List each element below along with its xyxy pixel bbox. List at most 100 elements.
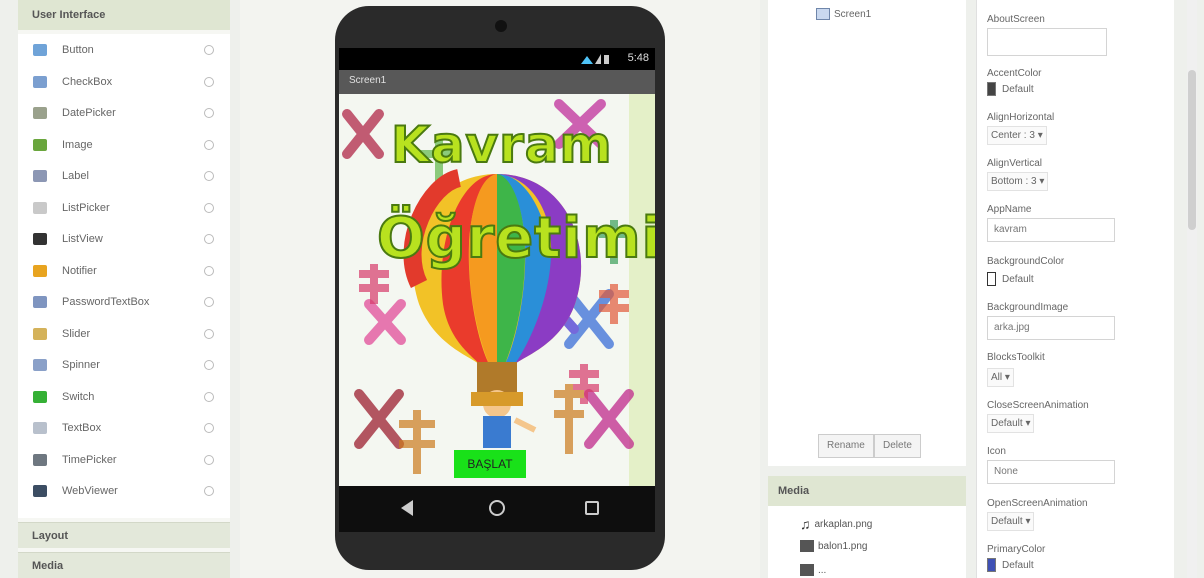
palette-section-media[interactable]: Media (18, 552, 230, 578)
accent-color-label: AccentColor (987, 68, 1042, 79)
palette-item[interactable]: Notifier (18, 257, 230, 285)
palette-header[interactable]: User Interface (18, 0, 230, 30)
info-icon[interactable] (204, 76, 214, 87)
info-icon[interactable] (204, 486, 214, 496)
media-item[interactable]: ... (800, 564, 826, 576)
palette-item[interactable]: ListPicker (18, 194, 230, 222)
palette-item-label: ListView (62, 233, 103, 245)
palette-item[interactable]: CheckBox (18, 68, 230, 96)
image-file-icon (800, 540, 814, 552)
media-item-label: balon1.png (818, 540, 868, 552)
palette-item[interactable]: Image (18, 131, 230, 159)
component-tree-screen1[interactable]: Screen1 (816, 8, 871, 20)
palette-item[interactable]: TextBox (18, 414, 230, 442)
close-screen-animation-select[interactable]: Default ▾ (987, 414, 1035, 433)
palette-item[interactable]: Spinner (18, 351, 230, 379)
delete-button[interactable]: Delete (874, 434, 921, 458)
home-icon[interactable] (489, 500, 505, 516)
palette-list: Button CheckBox DatePicker Image Label ListPi… (18, 34, 230, 518)
background-color-swatch (987, 272, 996, 286)
palette-section-layout[interactable]: Layout (18, 522, 230, 548)
close-screen-animation-label: CloseScreenAnimation (987, 400, 1089, 411)
primary-color-picker[interactable]: Default (987, 558, 1034, 572)
app-screen[interactable]: Kavram Öğretimi BAŞLAT (339, 94, 655, 486)
blocks-toolkit-select[interactable]: All ▾ (987, 368, 1014, 387)
info-icon[interactable] (204, 108, 214, 118)
primary-color-value: Default (1002, 559, 1034, 571)
accent-color-swatch (987, 82, 996, 96)
app-name-input[interactable]: kavram (987, 218, 1115, 242)
background-color-label: BackgroundColor (987, 256, 1065, 267)
textbox-icon (33, 422, 47, 434)
rename-button[interactable]: Rename (818, 434, 874, 458)
palette-item[interactable]: DatePicker (18, 99, 230, 127)
info-icon[interactable] (204, 202, 214, 213)
palette-item-label: PasswordTextBox (62, 296, 150, 308)
android-nav-bar (339, 486, 655, 532)
palette-item-label: ListPicker (62, 201, 110, 214)
background-color-picker[interactable]: Default (987, 272, 1034, 286)
media-item-label: arkaplan.png (814, 518, 873, 530)
accent-color-picker[interactable]: Default (987, 82, 1034, 96)
info-icon[interactable] (204, 139, 214, 150)
label-icon (33, 170, 47, 182)
image-icon (33, 138, 47, 151)
recent-apps-icon[interactable] (585, 501, 599, 515)
info-icon[interactable] (204, 454, 214, 465)
palette-item[interactable]: PasswordTextBox (18, 288, 230, 316)
app-inventor-designer: User Interface Button CheckBox DatePicker I… (0, 0, 1204, 578)
camera-icon (495, 20, 507, 32)
info-icon[interactable] (204, 391, 214, 402)
properties-scrollbar[interactable] (1187, 0, 1197, 578)
palette-item-label: TimePicker (62, 453, 117, 466)
palette-item[interactable]: Slider (18, 320, 230, 348)
align-vertical-select[interactable]: Bottom : 3 ▾ (987, 172, 1049, 191)
music-icon: ♫ (800, 516, 811, 532)
icon-input[interactable]: None (987, 460, 1115, 484)
palette-item-label: Button (62, 44, 94, 56)
status-bar: 5:48 (339, 48, 655, 70)
palette-item[interactable]: ListView (18, 225, 230, 253)
palette-item-label: Spinner (62, 359, 100, 371)
media-item[interactable]: ♫ arkaplan.png (800, 516, 872, 532)
screen-title: Screen1 (349, 75, 387, 86)
background-image-input[interactable]: arka.jpg (987, 316, 1115, 340)
palette-item[interactable]: Button (18, 36, 230, 64)
back-icon[interactable] (401, 500, 413, 516)
palette-item-label: Notifier (62, 264, 97, 277)
palette-item[interactable]: TimePicker (18, 446, 230, 474)
align-horizontal-select[interactable]: Center : 3 ▾ (987, 126, 1047, 145)
accent-color-value: Default (1002, 83, 1034, 95)
palette-item-label: Slider (62, 327, 91, 340)
media-item[interactable]: balon1.png (800, 540, 868, 552)
info-icon[interactable] (204, 297, 214, 307)
align-vertical-label: AlignVertical (987, 158, 1043, 169)
about-screen-field[interactable] (987, 28, 1107, 56)
listview-icon (33, 233, 47, 245)
password-icon (33, 296, 47, 308)
palette-item[interactable]: WebViewer (18, 477, 230, 505)
palette-item[interactable]: Switch (18, 383, 230, 411)
info-icon[interactable] (204, 234, 214, 244)
open-screen-animation-select[interactable]: Default ▾ (987, 512, 1035, 531)
info-icon[interactable] (204, 423, 214, 433)
primary-color-label: PrimaryColor (987, 544, 1046, 555)
scrollbar-thumb[interactable] (1188, 70, 1196, 230)
info-icon[interactable] (204, 45, 214, 55)
about-screen-label: AboutScreen (987, 14, 1045, 25)
signal-icon (581, 54, 609, 64)
status-time: 5:48 (627, 52, 649, 64)
palette-panel: User Interface Button CheckBox DatePicker I… (18, 0, 230, 578)
timepicker-icon (33, 453, 47, 466)
palette-item-label: Image (62, 138, 93, 151)
info-icon[interactable] (204, 328, 214, 339)
media-panel: Media ♫ arkaplan.png balon1.png ... (768, 476, 966, 578)
screen-icon (816, 8, 830, 20)
palette-item-label: CheckBox (62, 75, 113, 88)
info-icon[interactable] (204, 171, 214, 181)
screen-title-bar: Screen1 (339, 70, 655, 94)
info-icon[interactable] (204, 265, 214, 276)
info-icon[interactable] (204, 360, 214, 370)
palette-item[interactable]: Label (18, 162, 230, 190)
start-button[interactable]: BAŞLAT (454, 450, 526, 478)
